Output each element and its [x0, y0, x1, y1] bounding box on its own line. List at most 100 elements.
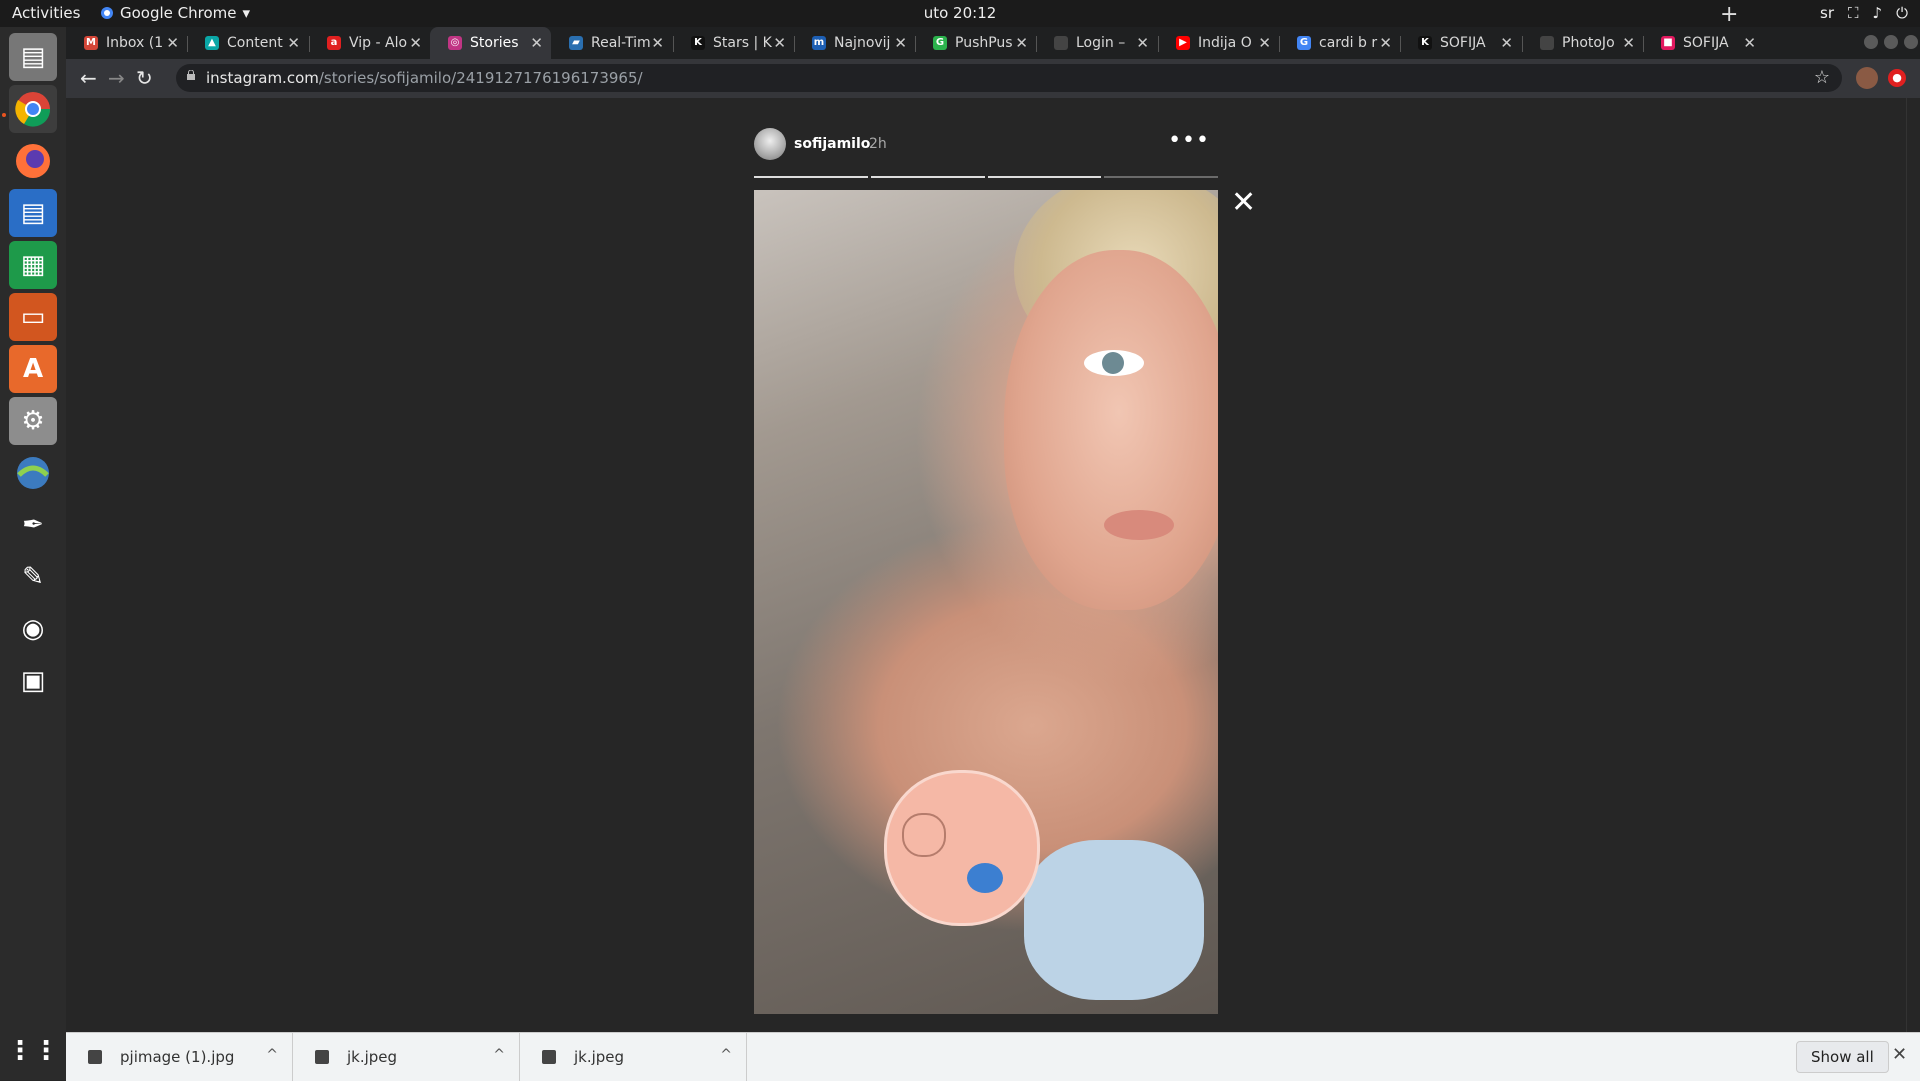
- profile-avatar[interactable]: [1856, 67, 1878, 89]
- inkscape-icon[interactable]: ✒: [9, 501, 57, 549]
- show-apps-icon[interactable]: ⋮⋮: [7, 1027, 59, 1075]
- text-editor-icon[interactable]: ✎: [9, 553, 57, 601]
- tab-close-icon[interactable]: ✕: [1136, 34, 1149, 52]
- tab-0[interactable]: M Inbox (1 ✕: [66, 27, 187, 59]
- baby-face-sticker: [884, 770, 1040, 926]
- network-icon[interactable]: ⛶: [1848, 4, 1859, 22]
- tab-title: Vip - Alo: [349, 35, 408, 51]
- volume-icon[interactable]: ♪: [1873, 4, 1883, 22]
- tab-close-icon[interactable]: ✕: [1015, 34, 1028, 52]
- tab-separator: [794, 36, 795, 52]
- window-close-button[interactable]: [1904, 35, 1918, 49]
- firefox-icon[interactable]: [9, 137, 57, 185]
- calc-icon[interactable]: ▦: [9, 241, 57, 289]
- chevron-up-icon[interactable]: ^: [266, 1047, 278, 1063]
- file-icon: [88, 1050, 102, 1064]
- tab-title: Real-Tim: [591, 35, 651, 51]
- new-tab-button[interactable]: +: [1720, 2, 1738, 27]
- tab-close-icon[interactable]: ✕: [773, 34, 786, 52]
- image-viewer-icon[interactable]: ▣: [9, 657, 57, 705]
- tab-close-icon[interactable]: ✕: [1743, 34, 1756, 52]
- download-item[interactable]: jk.jpeg ^: [520, 1033, 747, 1081]
- chrome-icon: [15, 92, 51, 127]
- photo-lips: [1104, 510, 1174, 540]
- chevron-up-icon[interactable]: ^: [493, 1047, 505, 1063]
- tab-favicon: G: [1297, 36, 1311, 50]
- tab-6[interactable]: m Najnovij ✕: [794, 27, 915, 59]
- scrollbar[interactable]: [1906, 98, 1920, 1032]
- browser-toolbar: ← → ↻ instagram.com/stories/sofijamilo/2…: [66, 59, 1920, 98]
- story-progress-segment: [1104, 176, 1218, 178]
- tab-separator: [1158, 36, 1159, 52]
- tab-favicon: m: [812, 36, 826, 50]
- address-bar[interactable]: instagram.com/stories/sofijamilo/2419127…: [176, 64, 1842, 92]
- avatar[interactable]: [754, 128, 786, 160]
- story-username[interactable]: sofijamilo: [794, 136, 870, 152]
- reload-icon[interactable]: ↻: [136, 66, 153, 90]
- tab-7[interactable]: G PushPus ✕: [915, 27, 1036, 59]
- tab-8[interactable]: Login – ✕: [1036, 27, 1157, 59]
- chevron-up-icon[interactable]: ^: [720, 1047, 732, 1063]
- language-indicator[interactable]: sr: [1820, 4, 1834, 22]
- story-header: sofijamilo 2h •••: [754, 128, 1218, 162]
- maximize-button[interactable]: [1884, 35, 1898, 49]
- chrome-launcher[interactable]: [9, 85, 57, 133]
- screenshot-icon[interactable]: ◉: [9, 605, 57, 653]
- download-item[interactable]: jk.jpeg ^: [293, 1033, 520, 1081]
- tab-2[interactable]: a Vip - Alo ✕: [309, 27, 430, 59]
- tab-4[interactable]: ▰ Real-Tim ✕: [551, 27, 672, 59]
- tab-12[interactable]: PhotoJo ✕: [1522, 27, 1643, 59]
- tab-10[interactable]: Gcardi b r ✕: [1279, 27, 1400, 59]
- extension-icon[interactable]: ●: [1888, 69, 1906, 87]
- system-top-bar: Activities Google Chrome ▾ uto 20:12 sr …: [0, 0, 1920, 27]
- tab-favicon: ■: [1661, 36, 1675, 50]
- tab-close-icon[interactable]: ✕: [1622, 34, 1635, 52]
- tab-9[interactable]: ▶ Indija O ✕: [1158, 27, 1279, 59]
- writer-icon[interactable]: ▤: [9, 189, 57, 237]
- tab-close-icon[interactable]: ✕: [651, 34, 664, 52]
- files-icon[interactable]: ▤: [9, 33, 57, 81]
- tab-close-icon[interactable]: ✕: [1500, 34, 1513, 52]
- show-all-button[interactable]: Show all: [1796, 1041, 1889, 1073]
- tab-close-icon[interactable]: ✕: [1379, 34, 1392, 52]
- forward-icon[interactable]: →: [108, 66, 125, 90]
- tab-close-icon[interactable]: ✕: [409, 34, 422, 52]
- tab-3[interactable]: ◎ Stories ✕: [430, 27, 551, 59]
- tweaks-icon[interactable]: ⚙: [9, 397, 57, 445]
- tab-separator: [309, 36, 310, 52]
- story-time: 2h: [869, 136, 887, 152]
- more-options-icon[interactable]: •••: [1168, 128, 1210, 153]
- tab-close-icon[interactable]: ✕: [166, 34, 179, 52]
- power-icon[interactable]: ⏻: [1896, 4, 1908, 22]
- tab-close-icon[interactable]: ✕: [894, 34, 907, 52]
- tab-1[interactable]: ▲ Content ✕: [187, 27, 308, 59]
- tab-close-icon[interactable]: ✕: [1258, 34, 1271, 52]
- close-icon[interactable]: ✕: [1231, 188, 1256, 218]
- back-icon[interactable]: ←: [80, 66, 97, 90]
- file-icon: [542, 1050, 556, 1064]
- photo-face: [1004, 250, 1218, 610]
- system-tray[interactable]: sr ⛶ ♪ ⏻: [1820, 4, 1908, 22]
- tab-title: PushPus: [955, 35, 1013, 51]
- tab-5[interactable]: K Stars | K ✕: [673, 27, 794, 59]
- activities-button[interactable]: Activities: [12, 4, 80, 22]
- software-icon[interactable]: A: [9, 345, 57, 393]
- tab-13[interactable]: ■ SOFIJA ✕: [1643, 27, 1764, 59]
- tab-11[interactable]: K SOFIJA ✕: [1400, 27, 1521, 59]
- app-menu[interactable]: Google Chrome ▾: [100, 4, 250, 22]
- bookmark-star-icon[interactable]: ☆: [1814, 67, 1830, 88]
- close-downloads-icon[interactable]: ✕: [1892, 1044, 1907, 1065]
- tab-separator: [187, 36, 188, 52]
- tab-title: Indija O: [1198, 35, 1252, 51]
- impress-icon[interactable]: ▭: [9, 293, 57, 341]
- minimize-button[interactable]: [1864, 35, 1878, 49]
- tab-title: SOFIJA: [1683, 35, 1729, 51]
- dock: ▤ ▤ ▦ ▭ A ⚙ ✒ ✎ ◉ ▣ ⋮⋮: [0, 27, 67, 1080]
- story-media[interactable]: [754, 190, 1218, 1014]
- tab-close-icon[interactable]: ✕: [287, 34, 300, 52]
- network-app-icon[interactable]: [9, 449, 57, 497]
- download-item[interactable]: pjimage (1).jpg ^: [66, 1033, 293, 1081]
- clock[interactable]: uto 20:12: [0, 4, 1920, 22]
- running-indicator: [2, 113, 6, 117]
- tab-close-icon[interactable]: ✕: [530, 34, 543, 52]
